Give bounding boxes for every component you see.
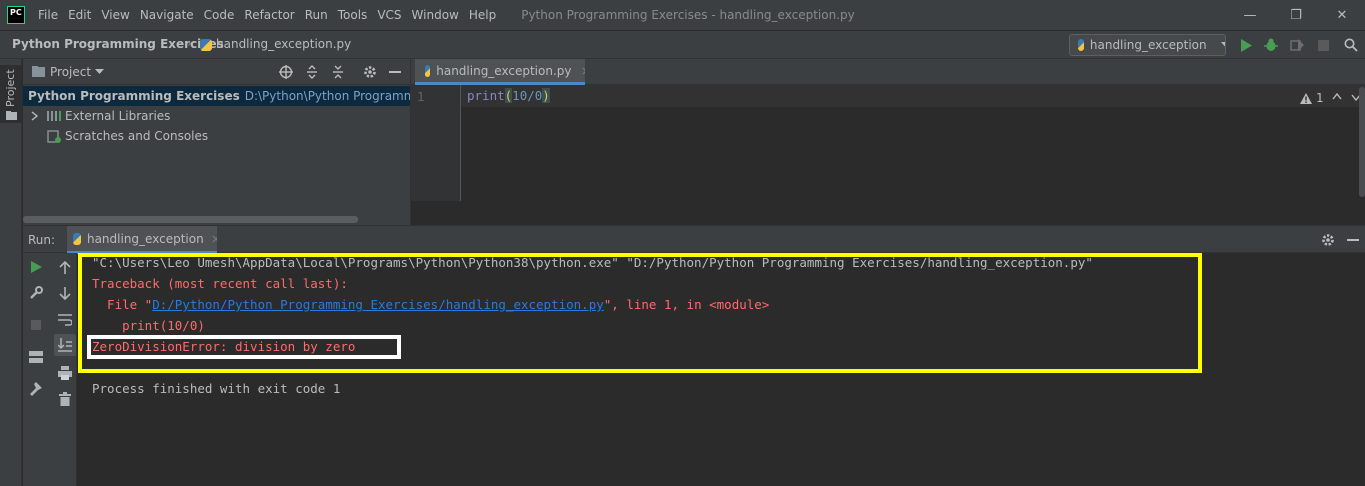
library-icon (47, 111, 61, 121)
gear-icon[interactable] (363, 65, 377, 79)
menu-refactor[interactable]: Refactor (239, 0, 299, 30)
folder-icon (32, 66, 45, 77)
tree-item-label: Scratches and Consoles (65, 129, 209, 143)
run-panel-label: Run: (28, 233, 56, 247)
debug-icon[interactable] (1263, 37, 1279, 53)
editor-tab-handling-exception[interactable]: handling_exception.py (415, 59, 585, 85)
tree-item-path: D:\Python\Python Programmin (244, 89, 427, 103)
menu-window[interactable]: Window (407, 0, 464, 30)
menu-code[interactable]: Code (199, 0, 240, 30)
maximize-button[interactable]: ❐ (1273, 0, 1319, 30)
rerun-icon[interactable] (28, 259, 44, 275)
hide-icon[interactable] (1347, 239, 1359, 241)
editor-tab-label: handling_exception.py (436, 63, 572, 78)
left-tool-stripe: Project (0, 59, 22, 486)
print-icon[interactable] (57, 365, 73, 381)
run-panel-header: Run: handling_exception (23, 225, 1365, 254)
run-tab-label: handling_exception (86, 231, 204, 246)
editor-panel: handling_exception.py 1 print(10/0) 1 (410, 59, 1365, 225)
highlight-box-error (87, 335, 401, 359)
tree-item-external-libraries[interactable]: External Libraries (23, 106, 410, 126)
pin-icon[interactable] (28, 381, 44, 397)
coverage-icon[interactable] (1289, 37, 1305, 53)
breadcrumb-separator: › (187, 36, 192, 50)
warning-count: 1 (1316, 91, 1324, 105)
scratches-icon (47, 129, 61, 143)
python-file-icon (425, 64, 431, 77)
run-configuration-label: handling_exception (1089, 38, 1207, 52)
menu-bar: PC File Edit View Navigate Code Refactor… (0, 0, 1365, 30)
vertical-scrollbar[interactable] (1359, 87, 1365, 197)
line-number: 1 (417, 89, 425, 104)
project-panel: Project Python Programming Exercises D:\… (23, 59, 426, 225)
close-icon[interactable] (582, 67, 586, 75)
chevron-down-icon (1220, 42, 1225, 47)
stop-icon[interactable] (28, 317, 44, 333)
close-icon[interactable] (212, 235, 217, 243)
menu-run[interactable]: Run (300, 0, 333, 30)
menu-navigate[interactable]: Navigate (135, 0, 199, 30)
expand-all-icon[interactable] (305, 65, 319, 79)
breadcrumb-project[interactable]: Python Programming Exercises (12, 37, 224, 51)
tree-item-label: External Libraries (65, 109, 171, 123)
menu-edit[interactable]: Edit (63, 0, 96, 30)
run-toolbar (23, 253, 77, 486)
menu-view[interactable]: View (96, 0, 134, 30)
locate-icon[interactable] (279, 65, 293, 79)
project-panel-header: Project (23, 59, 410, 85)
menu-help[interactable]: Help (464, 0, 501, 30)
project-tool-tab-label: Project (4, 69, 17, 107)
run-panel: Run: handling_exception "C:\Users\Leo Um… (23, 225, 1365, 486)
horizontal-scrollbar[interactable] (23, 216, 358, 223)
soft-wrap-icon[interactable] (57, 311, 73, 327)
tree-item-label: Python Programming Exercises (28, 89, 240, 103)
scroll-to-end-icon[interactable] (57, 337, 73, 353)
python-file-icon (200, 39, 212, 51)
run-tab-handling-exception[interactable]: handling_exception (67, 226, 217, 254)
inspection-widget[interactable]: 1 (1300, 91, 1324, 105)
folder-icon (6, 111, 17, 120)
code-function: print (467, 88, 505, 103)
code-args: 10/0 (512, 88, 543, 103)
navigation-bar: Python Programming Exercises › handling_… (0, 30, 1365, 59)
run-configuration-select[interactable]: handling_exception (1069, 34, 1226, 56)
close-window-button[interactable]: ✕ (1319, 0, 1365, 30)
chevron-right-icon[interactable] (23, 111, 47, 121)
hide-icon[interactable] (389, 71, 401, 73)
collapse-all-icon[interactable] (331, 65, 345, 79)
arrow-down-icon[interactable] (57, 285, 73, 301)
tree-item-scratches[interactable]: Scratches and Consoles (23, 126, 410, 146)
menu-file[interactable]: File (33, 0, 63, 30)
python-file-icon (73, 232, 81, 245)
project-panel-title[interactable]: Project (50, 65, 91, 79)
gear-icon[interactable] (1321, 233, 1335, 247)
arrow-up-icon[interactable] (57, 259, 73, 275)
current-line-highlight (461, 85, 1365, 107)
warning-icon (1300, 92, 1312, 104)
trash-icon[interactable] (57, 391, 73, 407)
stop-icon[interactable] (1315, 37, 1331, 53)
chevron-down-icon[interactable] (95, 69, 104, 75)
chevron-up-icon[interactable] (1332, 93, 1342, 100)
editor-tab-bar: handling_exception.py (411, 59, 1365, 85)
menu-vcs[interactable]: VCS (372, 0, 406, 30)
project-tool-tab[interactable]: Project (0, 65, 22, 123)
pycharm-logo-icon: PC (7, 6, 25, 24)
minimize-button[interactable]: — (1227, 0, 1273, 30)
menu-tools[interactable]: Tools (333, 0, 373, 30)
wrench-icon[interactable] (28, 285, 44, 301)
run-icon[interactable] (1238, 37, 1254, 53)
console-finished-line: Process finished with exit code 1 (92, 381, 341, 396)
search-icon[interactable] (1343, 37, 1359, 53)
code-paren-close: ) (542, 88, 550, 103)
code-line[interactable]: print(10/0) (467, 88, 550, 103)
python-file-icon (1078, 39, 1084, 51)
breadcrumb-file[interactable]: handling_exception.py (216, 37, 351, 51)
tree-item-project-root[interactable]: Python Programming Exercises D:\Python\P… (23, 86, 426, 106)
window-title: Python Programming Exercises - handling_… (521, 8, 855, 22)
layout-icon[interactable] (28, 349, 44, 365)
